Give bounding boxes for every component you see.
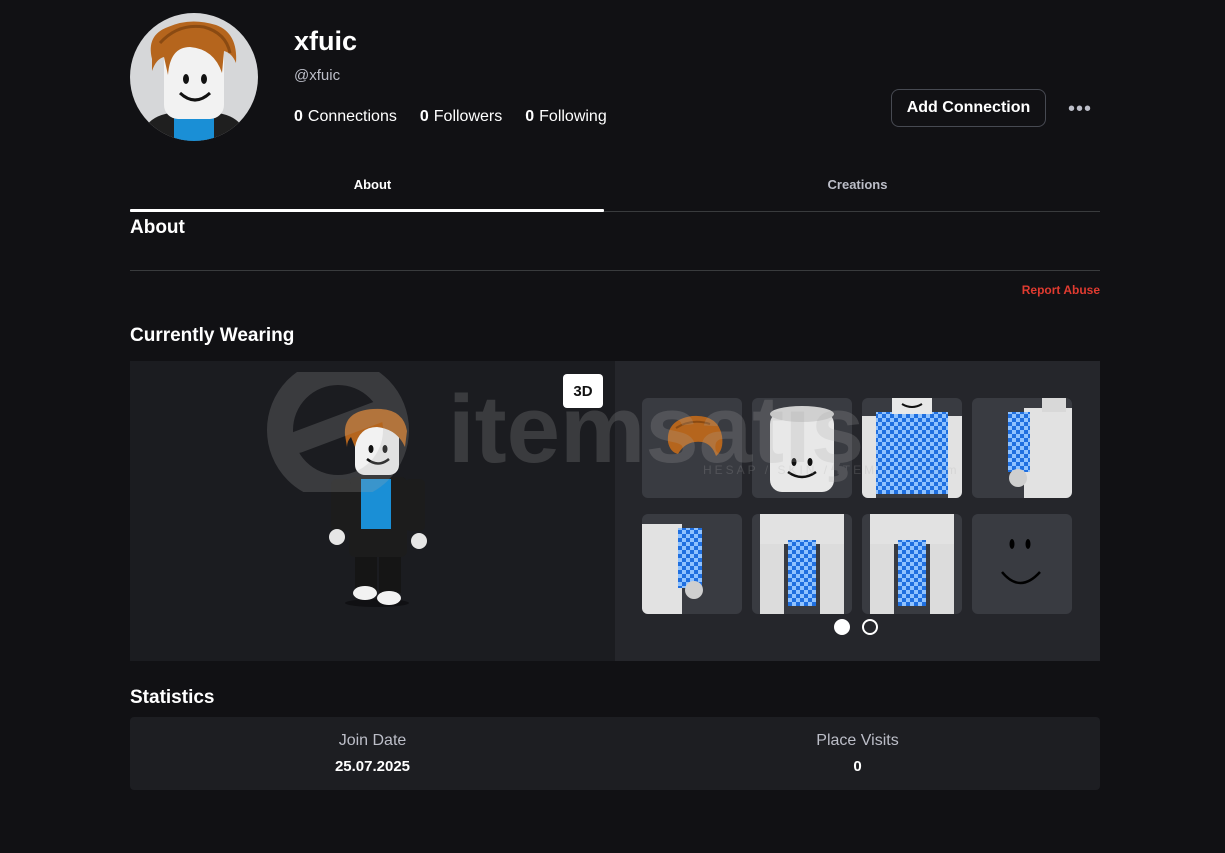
add-connection-button[interactable]: Add Connection <box>891 89 1046 127</box>
connections-count: 0 <box>294 108 303 125</box>
about-divider <box>130 270 1100 271</box>
more-options-button[interactable]: ••• <box>1064 98 1096 120</box>
items-pagination <box>834 619 878 635</box>
statistics-panel: Join Date 25.07.2025 Place Visits 0 <box>130 717 1100 790</box>
item-shirt[interactable] <box>862 398 962 498</box>
page-dot-2[interactable] <box>862 619 878 635</box>
currently-wearing-title: Currently Wearing <box>130 325 295 346</box>
item-head[interactable] <box>752 398 852 498</box>
view-3d-toggle[interactable]: 3D <box>563 374 603 408</box>
item-right-arm[interactable] <box>642 514 742 614</box>
connections-link[interactable]: 0 Connections <box>294 108 397 126</box>
place-visits-value: 0 <box>853 758 862 775</box>
about-title: About <box>130 217 185 238</box>
ellipsis-icon: ••• <box>1067 97 1092 120</box>
username: @xfuic <box>294 67 341 84</box>
profile-tabs: About Creations <box>130 170 1100 212</box>
place-visits-label: Place Visits <box>816 732 899 749</box>
wearing-items-panel <box>615 361 1100 661</box>
item-hair[interactable] <box>642 398 742 498</box>
statistics-title: Statistics <box>130 687 215 708</box>
avatar[interactable] <box>130 13 258 141</box>
followers-link[interactable]: 0 Followers <box>420 108 502 126</box>
display-name: xfuic <box>294 26 358 56</box>
place-visits-stat: Place Visits 0 <box>615 717 1100 790</box>
tab-about[interactable]: About <box>130 170 615 212</box>
currently-wearing-panel: 3D <box>130 361 1100 661</box>
join-date-label: Join Date <box>338 732 407 749</box>
join-date-value: 25.07.2025 <box>334 758 411 775</box>
join-date-stat: Join Date 25.07.2025 <box>130 717 615 790</box>
following-link[interactable]: 0 Following <box>525 108 607 126</box>
page-dot-1[interactable] <box>834 619 850 635</box>
social-stats: 0 Connections 0 Followers 0 Following <box>294 108 607 126</box>
report-abuse-link[interactable]: Report Abuse <box>1022 283 1100 297</box>
followers-count: 0 <box>419 108 429 125</box>
item-face[interactable] <box>972 514 1072 614</box>
followers-label: Followers <box>433 108 503 125</box>
item-left-arm[interactable] <box>972 398 1072 498</box>
item-right-leg[interactable] <box>862 514 962 614</box>
connections-label: Connections <box>307 108 397 125</box>
following-label: Following <box>539 108 607 125</box>
item-left-leg[interactable] <box>752 514 852 614</box>
wearing-items-grid <box>642 398 1072 614</box>
tab-creations[interactable]: Creations <box>615 170 1100 211</box>
avatar-3d-viewer[interactable]: 3D <box>130 361 615 661</box>
following-count: 0 <box>525 108 535 125</box>
avatar-full-render <box>329 408 427 607</box>
